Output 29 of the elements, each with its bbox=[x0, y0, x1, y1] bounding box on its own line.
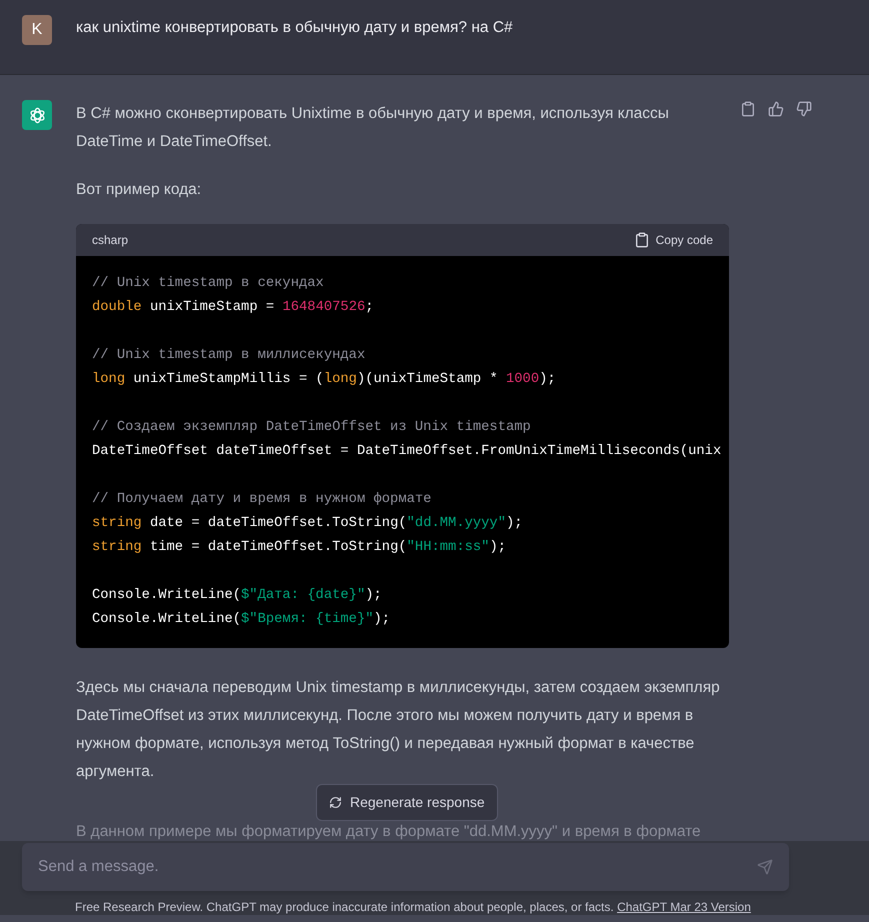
code-line: string time = dateTimeOffset.ToString("HH:mm:ss"); bbox=[92, 539, 506, 557]
message-input[interactable]: Send a message. bbox=[22, 843, 789, 891]
code-line: // Unix timestamp в секундах bbox=[92, 275, 324, 293]
version-link[interactable]: ChatGPT Mar 23 Version bbox=[617, 900, 751, 914]
code-line: // Unix timestamp в миллисекундах bbox=[92, 347, 366, 365]
clipboard-icon bbox=[634, 232, 650, 248]
refresh-icon bbox=[329, 796, 342, 809]
code-line: DateTimeOffset dateTimeOffset = DateTimeOffset.FromUnixTimeMilliseconds(unix bbox=[92, 443, 722, 461]
clipboard-icon[interactable] bbox=[740, 101, 756, 117]
logo-icon bbox=[28, 106, 46, 124]
code-line: Console.WriteLine($"Дата: {date}"); bbox=[92, 587, 382, 605]
code-line: // Получаем дату и время в нужном формате bbox=[92, 491, 432, 509]
thumbs-up-icon[interactable] bbox=[768, 101, 784, 117]
assistant-paragraph: В C# можно сконвертировать Unixtime в обычную дату и время, используя классы DateTime и DateTimeOffset. bbox=[76, 104, 670, 152]
assistant-paragraph: Вот пример кода: bbox=[76, 180, 202, 200]
code-line: Console.WriteLine($"Время: {time}"); bbox=[92, 611, 390, 629]
code-line: string date = dateTimeOffset.ToString("dd.MM.yyyy"); bbox=[92, 515, 523, 533]
code-line: long unixTimeStampMillis = (long)(unixTimeStamp * 1000); bbox=[92, 371, 556, 389]
code-language: csharp bbox=[92, 232, 128, 249]
regenerate-button[interactable]: Regenerate response bbox=[316, 784, 498, 821]
thumbs-down-icon[interactable] bbox=[796, 101, 812, 117]
user-avatar: K bbox=[22, 15, 52, 45]
copy-code-button[interactable]: Copy code bbox=[634, 231, 713, 249]
footer-note: Free Research Preview. ChatGPT may produce inaccurate information about people, places, or facts. ChatGPT Mar 23 Version bbox=[75, 899, 751, 915]
assistant-paragraph: Здесь мы сначала переводим Unix timestamp в миллисекунды, затем создаем экземпляр DateTimeOffset из этих миллисекунд. После этого мы можем получить дату и время в нужном формате, используя метод ToString() и передавая нужный формат в качестве аргумента. bbox=[76, 678, 721, 782]
code-line: double unixTimeStamp = 1648407526; bbox=[92, 299, 374, 317]
user-message: как unixtime конвертировать в обычную дату и время? на C# bbox=[76, 18, 513, 38]
code-line: // Создаем экземпляр DateTimeOffset из Unix timestamp bbox=[92, 419, 531, 437]
faded-paragraph: В данном примере мы форматируем дату в формате "dd.MM.yyyy" и время в формате bbox=[76, 823, 702, 841]
